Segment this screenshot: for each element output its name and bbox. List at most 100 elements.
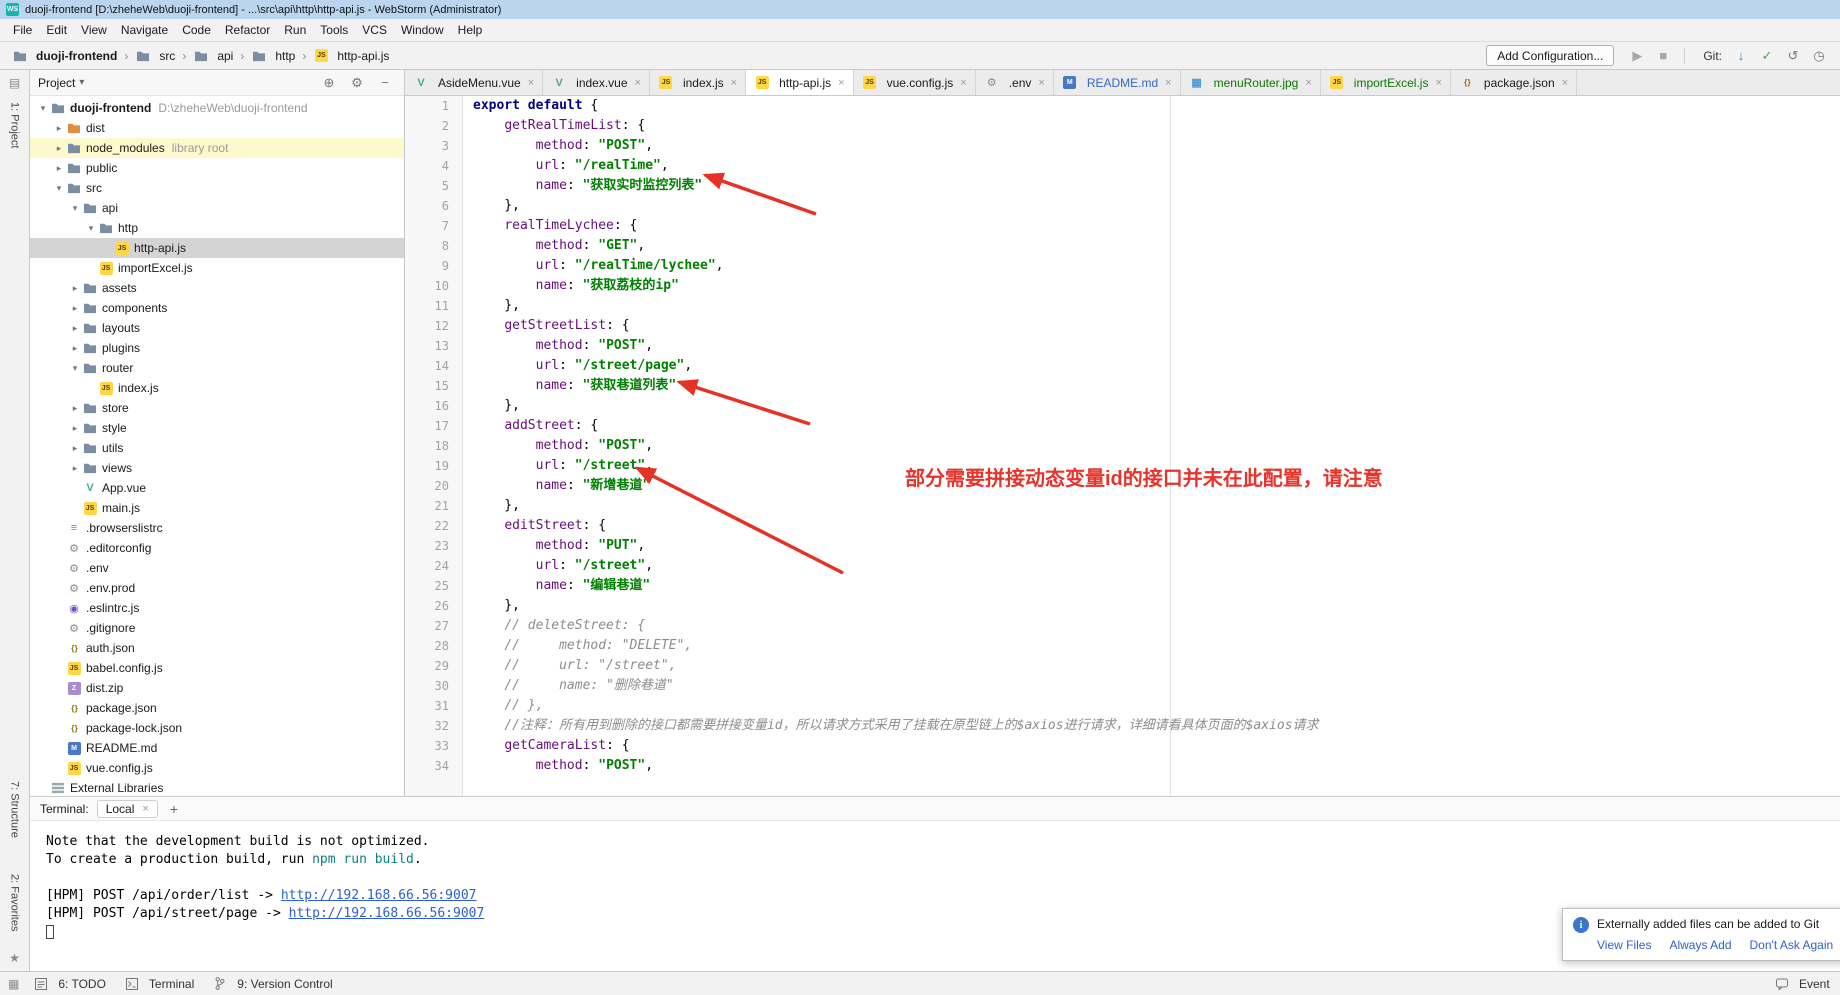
stripe-2-favorites[interactable]: 2: Favorites [9, 874, 21, 931]
notification-action-view-files[interactable]: View Files [1597, 938, 1651, 952]
tree-item-gitignore[interactable]: ⚙.gitignore [30, 618, 404, 638]
tree-item-node-modules[interactable]: ▸node_moduleslibrary root [30, 138, 404, 158]
tree-item-package-json[interactable]: { }package.json [30, 698, 404, 718]
code-line[interactable]: 26 }, [405, 596, 1840, 616]
line-number[interactable]: 33 [405, 736, 463, 756]
close-icon[interactable]: × [1038, 77, 1044, 89]
terminal-link[interactable]: http://192.168.66.56:9007 [289, 906, 485, 921]
code-line[interactable]: 10 name: "获取荔枝的ip" [405, 276, 1840, 296]
close-icon[interactable]: × [142, 803, 148, 815]
line-number[interactable]: 12 [405, 316, 463, 336]
tab-index-js[interactable]: JSindex.js× [650, 70, 746, 95]
code-line[interactable]: 25 name: "编辑巷道" [405, 576, 1840, 596]
chevron-open-icon[interactable]: ▾ [68, 363, 82, 374]
close-icon[interactable]: × [528, 77, 534, 89]
tree-item-readme-md[interactable]: MREADME.md [30, 738, 404, 758]
chevron-closed-icon[interactable]: ▸ [68, 303, 82, 314]
tree-item-src[interactable]: ▾src [30, 178, 404, 198]
close-icon[interactable]: × [960, 77, 966, 89]
tab-index-vue[interactable]: Vindex.vue× [543, 70, 650, 95]
git-revert-icon[interactable]: ↺ [1782, 48, 1804, 64]
code-line[interactable]: 32 //注释：所有用到删除的接口都需要拼接变量id，所以请求方式采用了挂载在原… [405, 716, 1840, 736]
chevron-closed-icon[interactable]: ▸ [68, 463, 82, 474]
tree-item-vue-config-js[interactable]: JSvue.config.js [30, 758, 404, 778]
line-number[interactable]: 18 [405, 436, 463, 456]
code-line[interactable]: 11 }, [405, 296, 1840, 316]
line-number[interactable]: 9 [405, 256, 463, 276]
code-line[interactable]: 29 // url: "/street", [405, 656, 1840, 676]
tree-item-style[interactable]: ▸style [30, 418, 404, 438]
tree-item-components[interactable]: ▸components [30, 298, 404, 318]
tab-vue-config-js[interactable]: JSvue.config.js× [854, 70, 976, 95]
line-number[interactable]: 11 [405, 296, 463, 316]
tree-item-editorconfig[interactable]: ⚙.editorconfig [30, 538, 404, 558]
line-number[interactable]: 10 [405, 276, 463, 296]
code-line[interactable]: 28 // method: "DELETE", [405, 636, 1840, 656]
code-line[interactable]: 31 // }, [405, 696, 1840, 716]
code-line[interactable]: 1export default { [405, 96, 1840, 116]
code-line[interactable]: 27 // deleteStreet: { [405, 616, 1840, 636]
line-number[interactable]: 16 [405, 396, 463, 416]
chevron-closed-icon[interactable]: ▸ [52, 123, 66, 134]
code-line[interactable]: 4 url: "/realTime", [405, 156, 1840, 176]
tree-item-dist-zip[interactable]: Zdist.zip [30, 678, 404, 698]
code-line[interactable]: 18 method: "POST", [405, 436, 1840, 456]
menu-tools[interactable]: Tools [313, 20, 355, 40]
chevron-open-icon[interactable]: ▾ [36, 103, 50, 114]
menu-window[interactable]: Window [394, 20, 451, 40]
tab-env[interactable]: ⚙.env× [976, 70, 1054, 95]
tab-package-json[interactable]: { }package.json× [1451, 70, 1577, 95]
statusbar-9-version-control[interactable]: 9: Version Control [212, 977, 332, 991]
notification-action-always-add[interactable]: Always Add [1669, 938, 1731, 952]
line-number[interactable]: 5 [405, 176, 463, 196]
hide-panel-icon[interactable]: − [374, 75, 396, 91]
line-number[interactable]: 3 [405, 136, 463, 156]
code-line[interactable]: 24 url: "/street", [405, 556, 1840, 576]
line-number[interactable]: 1 [405, 96, 463, 116]
close-icon[interactable]: × [731, 77, 737, 89]
code-line[interactable]: 15 name: "获取巷道列表" [405, 376, 1840, 396]
tree-item-app-vue[interactable]: VApp.vue [30, 478, 404, 498]
line-number[interactable]: 15 [405, 376, 463, 396]
line-number[interactable]: 7 [405, 216, 463, 236]
line-number[interactable]: 23 [405, 536, 463, 556]
chevron-closed-icon[interactable]: ▸ [68, 283, 82, 294]
tree-item-layouts[interactable]: ▸layouts [30, 318, 404, 338]
code-line[interactable]: 2 getRealTimeList: { [405, 116, 1840, 136]
close-icon[interactable]: × [1562, 77, 1568, 89]
chevron-closed-icon[interactable]: ▸ [68, 323, 82, 334]
tree-item-eslintrc-js[interactable]: ◉.eslintrc.js [30, 598, 404, 618]
history-icon[interactable]: ◷ [1808, 48, 1830, 64]
chevron-open-icon[interactable]: ▾ [52, 183, 66, 194]
line-number[interactable]: 4 [405, 156, 463, 176]
tree-item-duoji-frontend[interactable]: ▾duoji-frontendD:\zheheWeb\duoji-fronten… [30, 98, 404, 118]
tree-item-http-api-js[interactable]: JShttp-api.js [30, 238, 404, 258]
tree-item-assets[interactable]: ▸assets [30, 278, 404, 298]
close-icon[interactable]: × [1305, 77, 1311, 89]
tree-item-store[interactable]: ▸store [30, 398, 404, 418]
breadcrumb-item-http[interactable]: http [249, 49, 297, 63]
code-line[interactable]: 5 name: "获取实时监控列表" [405, 176, 1840, 196]
code-line[interactable]: 6 }, [405, 196, 1840, 216]
code-editor[interactable]: 1export default {2 getRealTimeList: {3 m… [405, 96, 1840, 796]
tree-item-api[interactable]: ▾api [30, 198, 404, 218]
code-line[interactable]: 8 method: "GET", [405, 236, 1840, 256]
line-number[interactable]: 2 [405, 116, 463, 136]
tab-menurouter-jpg[interactable]: ▦menuRouter.jpg× [1181, 70, 1321, 95]
statusbar-6-todo[interactable]: 6: TODO [33, 977, 106, 991]
breadcrumb-item-http-api-js[interactable]: JShttp-api.js [311, 49, 391, 63]
run-button[interactable]: ▶ [1626, 48, 1648, 64]
tree-item-auth-json[interactable]: { }auth.json [30, 638, 404, 658]
line-number[interactable]: 28 [405, 636, 463, 656]
statusbar-terminal[interactable]: Terminal [124, 977, 194, 991]
tree-item-http[interactable]: ▾http [30, 218, 404, 238]
tree-item-browserslistrc[interactable]: ≡.browserslistrc [30, 518, 404, 538]
tree-item-main-js[interactable]: JSmain.js [30, 498, 404, 518]
chevron-closed-icon[interactable]: ▸ [68, 403, 82, 414]
menu-vcs[interactable]: VCS [355, 20, 394, 40]
new-terminal-button[interactable]: + [166, 801, 182, 817]
tree-item-babel-config-js[interactable]: JSbabel.config.js [30, 658, 404, 678]
line-number[interactable]: 6 [405, 196, 463, 216]
tab-readme-md[interactable]: MREADME.md× [1054, 70, 1181, 95]
close-icon[interactable]: × [1165, 77, 1171, 89]
